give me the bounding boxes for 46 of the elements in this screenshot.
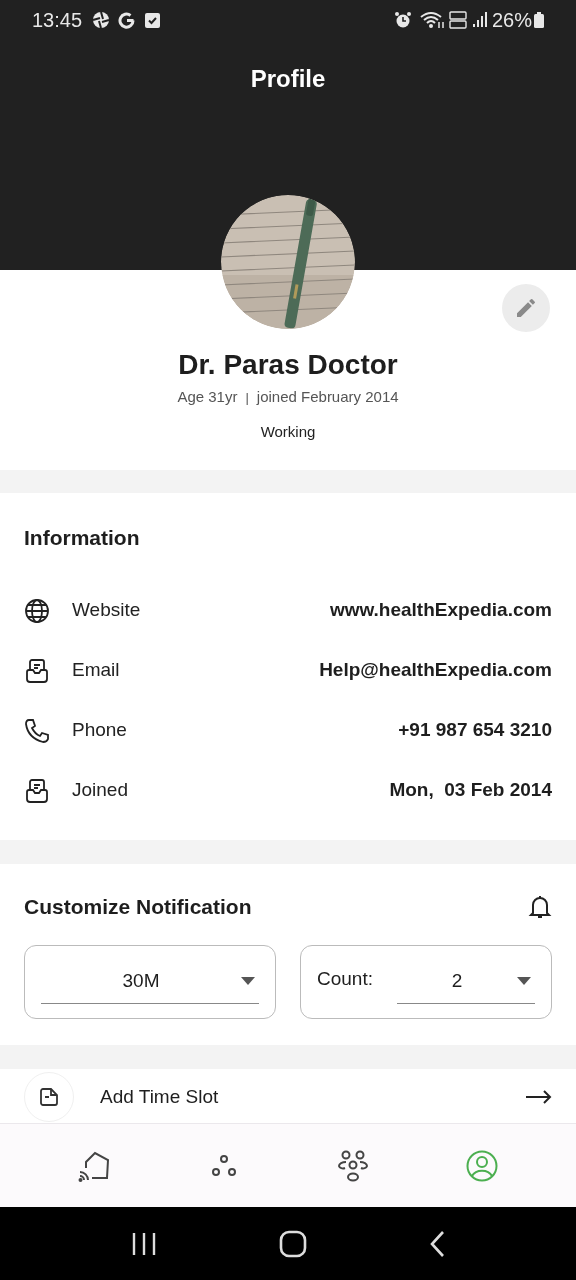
checkbox-notification-icon xyxy=(145,12,161,28)
phone-icon xyxy=(24,717,50,744)
profile-name: Dr. Paras Doctor xyxy=(178,348,398,382)
profile-age: Age 31yr xyxy=(177,387,238,407)
info-label: Email xyxy=(72,658,120,683)
page-title: Profile xyxy=(249,64,327,94)
section-title: Information xyxy=(24,525,141,551)
home-icon xyxy=(77,1149,112,1182)
status-time: 13:45 xyxy=(32,8,83,33)
info-value: Mon, 03 Feb 2014 xyxy=(389,778,552,803)
group-icon xyxy=(336,1149,369,1182)
edit-button[interactable] xyxy=(502,284,550,332)
info-label: Phone xyxy=(72,718,127,743)
wifi-icon xyxy=(419,11,446,29)
inbox-icon xyxy=(24,777,50,804)
battery-percent: 26% xyxy=(491,8,532,33)
arrow-right-icon xyxy=(526,1090,552,1104)
dropdown-label: Count: xyxy=(317,967,373,992)
pencil-icon xyxy=(514,296,538,320)
dropdown-select[interactable]: 2 xyxy=(397,959,535,1004)
info-label: Website xyxy=(72,598,141,623)
recent-apps-icon[interactable] xyxy=(131,1231,157,1256)
profile-joined: joined February 2014 xyxy=(256,387,399,407)
info-label: Joined xyxy=(72,778,128,803)
three-dots-icon xyxy=(210,1152,237,1179)
home-button-icon[interactable] xyxy=(279,1229,307,1258)
info-value: Help@healthExpedia.com xyxy=(319,658,552,683)
user-circle-icon xyxy=(465,1149,498,1182)
battery-icon xyxy=(534,12,544,28)
caret-icon xyxy=(241,977,255,985)
alarm-icon xyxy=(393,11,412,29)
separator: | xyxy=(245,388,249,407)
bell-icon[interactable] xyxy=(528,893,552,920)
google-g-icon xyxy=(118,11,136,29)
globe-icon xyxy=(24,597,50,624)
signal-icon xyxy=(471,11,488,29)
section-title: Customize Notification xyxy=(24,894,252,920)
back-icon[interactable] xyxy=(429,1229,445,1258)
caret-icon xyxy=(517,977,531,985)
action-row[interactable]: Add Time Slot xyxy=(24,1071,552,1123)
inbox-icon xyxy=(24,657,50,684)
info-value: +91 987 654 3210 xyxy=(398,718,552,743)
info-value: www.healthExpedia.com xyxy=(329,598,552,623)
aperture-icon xyxy=(92,11,111,29)
calendar-note-icon xyxy=(38,1086,60,1108)
profile-status: Working xyxy=(260,421,316,442)
